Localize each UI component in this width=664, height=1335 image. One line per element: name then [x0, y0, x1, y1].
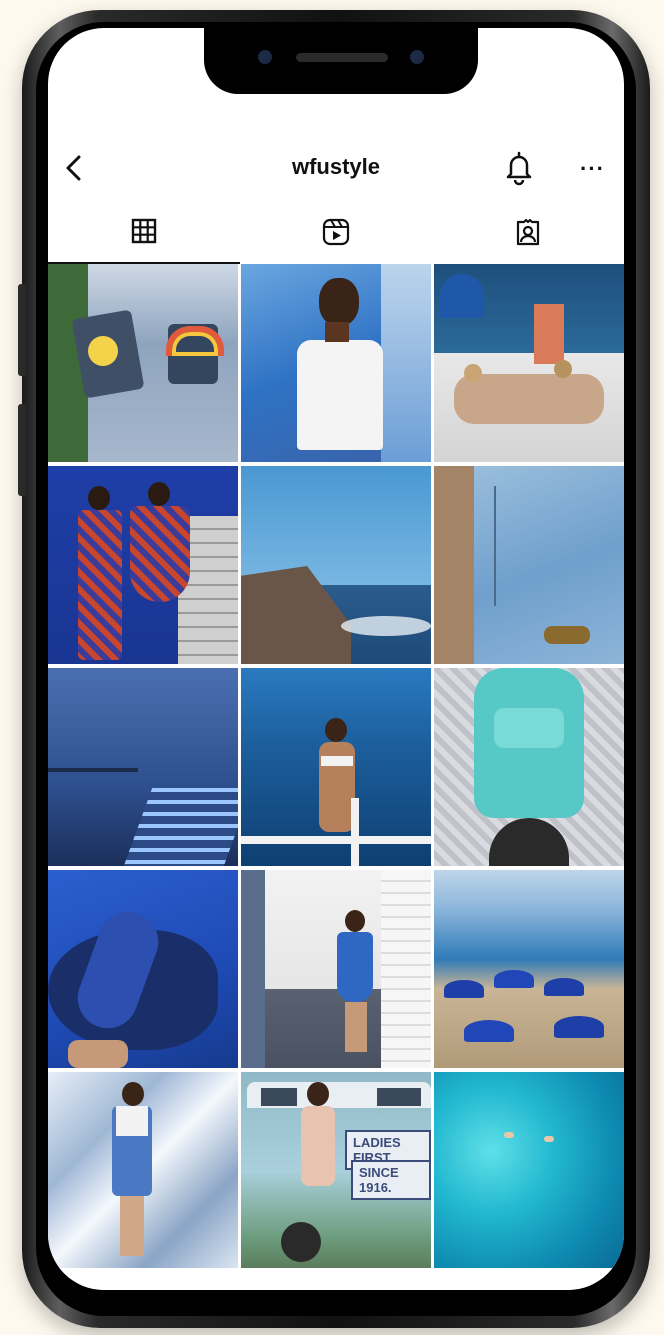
volume-down-button	[18, 404, 26, 496]
profile-username: wfustyle	[291, 154, 381, 179]
front-camera	[258, 50, 272, 64]
profile-header: wfustyle ···	[48, 136, 624, 200]
post-tile-10[interactable]	[48, 870, 238, 1068]
post-tile-1[interactable]	[48, 264, 238, 462]
volume-up-button	[18, 284, 26, 376]
profile-tabs	[48, 208, 624, 264]
reels-icon	[322, 218, 350, 246]
phone-screen: wfustyle ··· LADIES FIRST SINCE 1916.	[48, 28, 624, 1290]
tab-grid-posts[interactable]	[48, 208, 240, 264]
posts-grid: LADIES FIRST SINCE 1916.	[48, 264, 624, 1270]
post-tile-6[interactable]	[434, 466, 624, 664]
post-tile-14[interactable]: LADIES FIRST SINCE 1916.	[241, 1072, 431, 1270]
post-tile-7[interactable]	[48, 668, 238, 866]
tab-reels[interactable]	[240, 208, 432, 264]
post-tile-2[interactable]	[241, 264, 431, 462]
tab-tagged[interactable]	[432, 208, 624, 264]
post-tile-15[interactable]	[434, 1072, 624, 1270]
post-tile-11[interactable]	[241, 870, 431, 1068]
sensor	[410, 50, 424, 64]
post-tile-8[interactable]	[241, 668, 431, 866]
bottom-safe-area	[48, 1268, 624, 1290]
post-tile-12[interactable]	[434, 870, 624, 1068]
post-tile-13[interactable]	[48, 1072, 238, 1270]
notch	[204, 28, 478, 94]
post-tile-3[interactable]	[434, 264, 624, 462]
tagged-person-icon	[516, 218, 540, 246]
grid-icon	[131, 218, 157, 244]
post-tile-5[interactable]	[241, 466, 431, 664]
more-options-icon[interactable]: ···	[580, 156, 605, 182]
post-tile-9[interactable]	[434, 668, 624, 866]
bell-icon[interactable]	[502, 150, 536, 186]
earpiece-speaker	[296, 53, 388, 62]
van-sign-line2: SINCE 1916.	[351, 1160, 431, 1200]
post-tile-4[interactable]	[48, 466, 238, 664]
